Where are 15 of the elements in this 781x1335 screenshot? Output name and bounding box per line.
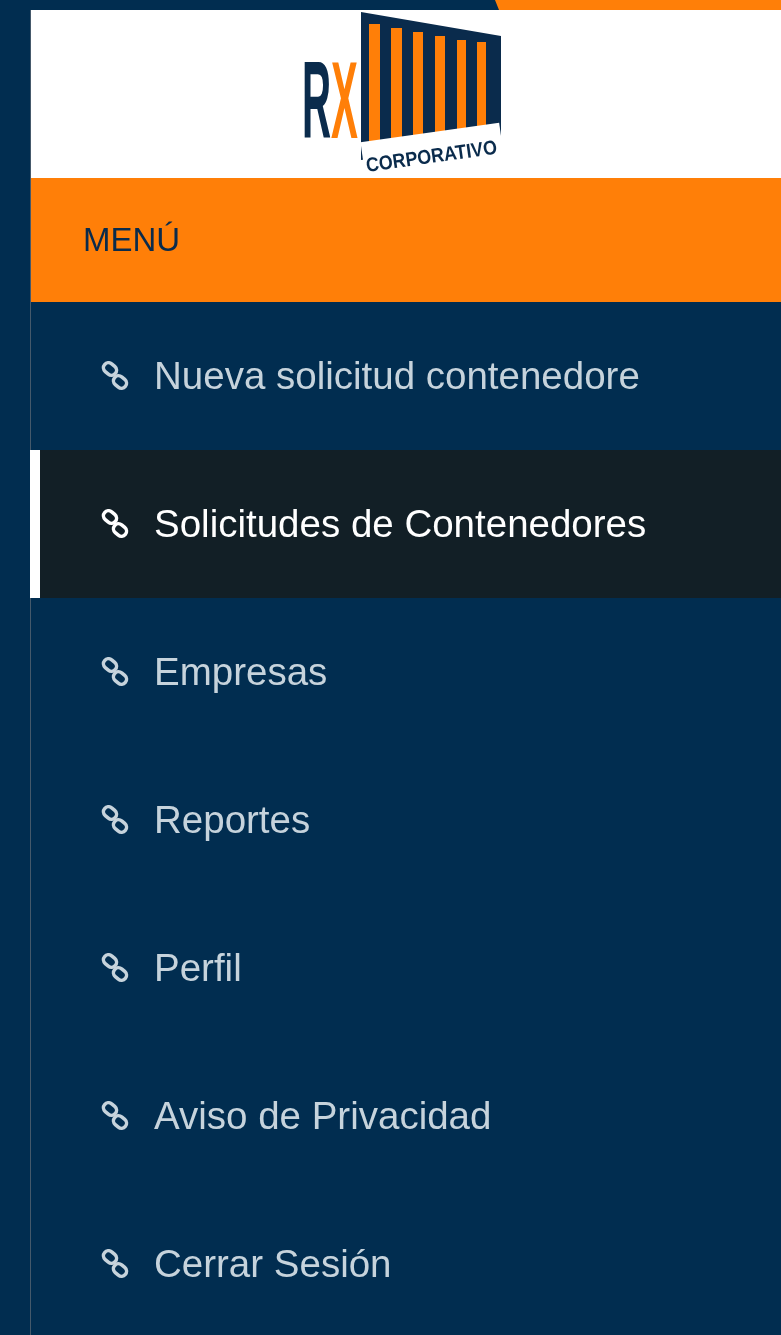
menu-item[interactable]: Cerrar Sesión [30,1190,781,1335]
menu-item[interactable]: Reportes [30,746,781,894]
link-icon [100,805,130,835]
menu-item[interactable]: Nueva solicitud contenedore [30,302,781,450]
menu-title: MENÚ [83,220,181,261]
link-icon [100,509,130,539]
link-icon [100,1101,130,1131]
link-icon [100,361,130,391]
menu-item[interactable]: Solicitudes de Contenedores [30,450,781,598]
menu-item[interactable]: Aviso de Privacidad [30,1042,781,1190]
link-icon [100,657,130,687]
menu-item[interactable]: Empresas [30,598,781,746]
menu-item[interactable]: Perfil [30,894,781,1042]
link-icon [100,953,130,983]
link-icon [100,1249,130,1279]
